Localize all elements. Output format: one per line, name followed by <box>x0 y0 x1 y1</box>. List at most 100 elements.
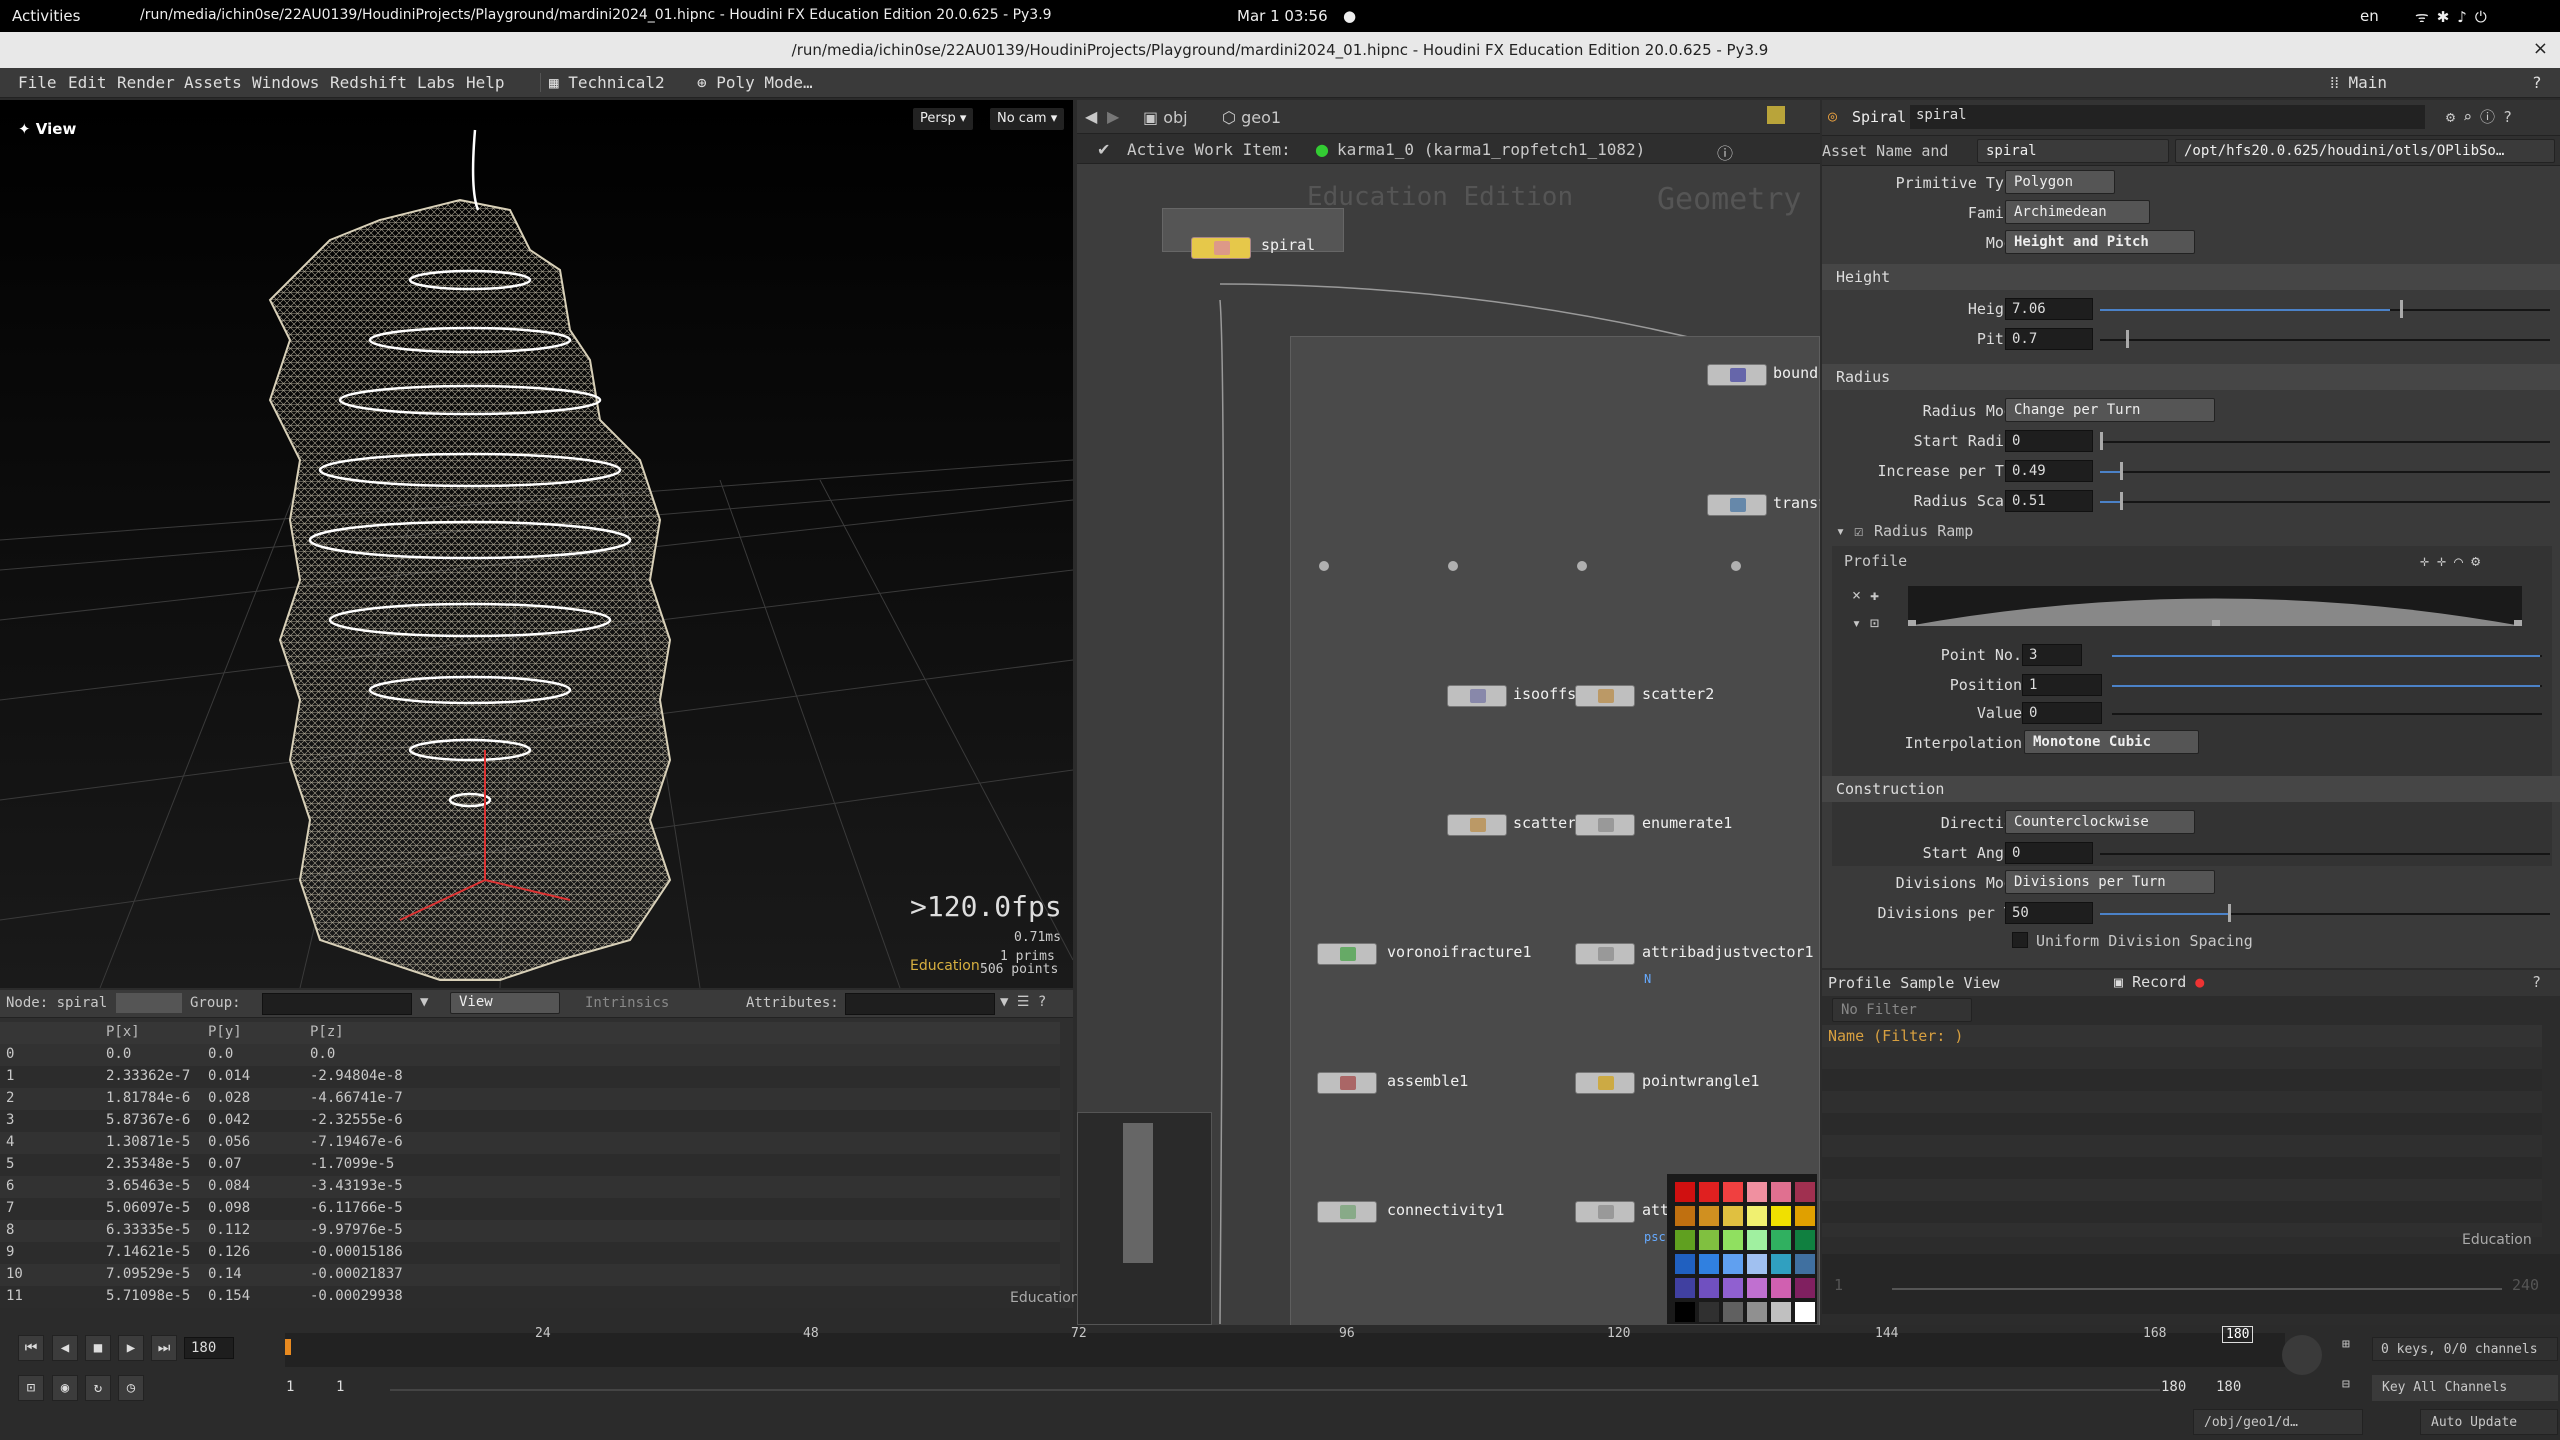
menu-file[interactable]: File <box>18 73 57 92</box>
color-swatch[interactable] <box>1795 1278 1815 1298</box>
key-icon[interactable]: ⊞ <box>2342 1337 2350 1352</box>
mode-selector[interactable]: ⊕ Poly Mode… <box>697 73 813 92</box>
group-field[interactable] <box>262 993 412 1015</box>
color-swatch[interactable] <box>1747 1206 1767 1226</box>
table-row[interactable]: 6 3.65463e-5 0.084 -3.43193e-5 <box>0 1176 1060 1198</box>
color-swatch[interactable] <box>1723 1206 1743 1226</box>
table-row[interactable]: 9 7.14621e-5 0.126 -0.00015186 <box>0 1242 1060 1264</box>
color-swatch[interactable] <box>1723 1302 1743 1322</box>
radius-scale-handle[interactable] <box>2120 492 2123 510</box>
start-angle-field[interactable]: 0 <box>2005 842 2093 864</box>
column-header[interactable]: P[x] <box>106 1024 140 1040</box>
path-geo[interactable]: ⬡ geo1 <box>1222 108 1281 127</box>
color-swatch[interactable] <box>1675 1230 1695 1250</box>
color-swatch[interactable] <box>1747 1278 1767 1298</box>
node-pointwrangle1[interactable] <box>1575 1072 1635 1094</box>
filter-menu[interactable]: No Filter <box>1832 998 1972 1022</box>
table-row[interactable]: 3 5.87367e-6 0.042 -2.32555e-6 <box>0 1110 1060 1132</box>
range-start-field-2[interactable]: 1 <box>330 1377 380 1399</box>
increase-slider[interactable] <box>2100 471 2550 473</box>
active-task-title[interactable]: /run/media/ichin0se/22AU0139/HoudiniProj… <box>140 7 1052 23</box>
color-swatch[interactable] <box>1771 1230 1791 1250</box>
color-swatch[interactable] <box>1795 1230 1815 1250</box>
color-swatch[interactable] <box>1699 1302 1719 1322</box>
ramp-curve[interactable] <box>1908 586 2522 626</box>
desktop-selector[interactable]: ▦ Technical2 <box>540 73 665 92</box>
height-slider-handle[interactable] <box>2400 300 2403 318</box>
help-icon[interactable]: ? <box>2532 73 2542 92</box>
color-swatch[interactable] <box>1747 1254 1767 1274</box>
menu-render[interactable]: Render <box>117 73 175 92</box>
color-swatch[interactable] <box>1747 1182 1767 1202</box>
increase-field[interactable]: 0.49 <box>2005 460 2093 482</box>
color-swatch[interactable] <box>1771 1254 1791 1274</box>
current-frame-field[interactable]: 180 <box>184 1337 234 1359</box>
timeline-track[interactable] <box>285 1333 2285 1367</box>
color-swatch[interactable] <box>1675 1182 1695 1202</box>
menu-help[interactable]: Help <box>466 73 505 92</box>
range-end-field[interactable]: 180 <box>2155 1377 2205 1399</box>
menu-edit[interactable]: Edit <box>68 73 107 92</box>
dot-node[interactable] <box>1319 561 1329 571</box>
range-slider[interactable] <box>1892 1288 2502 1290</box>
height-section[interactable]: Height <box>1822 264 2560 290</box>
filter-icon[interactable]: ▼ <box>420 994 428 1010</box>
network-minimap[interactable] <box>1077 1112 1212 1325</box>
value-slider[interactable] <box>2112 713 2542 715</box>
start-radius-field[interactable]: 0 <box>2005 430 2093 452</box>
start-radius-slider[interactable] <box>2100 441 2550 443</box>
profile-list[interactable] <box>1822 1047 2542 1237</box>
node-enumerate1[interactable] <box>1575 814 1635 836</box>
range-start-field[interactable]: 1 <box>280 1377 330 1399</box>
menu-redshift[interactable]: Redshift <box>330 73 407 92</box>
node-spiral[interactable] <box>1191 237 1251 259</box>
table-row[interactable]: 10 7.09529e-5 0.14 -0.00021837 <box>0 1264 1060 1286</box>
spiral-network-box[interactable] <box>1162 208 1344 252</box>
system-tray-icons[interactable]: ᯤ✱♪⏻ <box>2415 7 2495 27</box>
color-swatch[interactable] <box>1771 1182 1791 1202</box>
attributes-field[interactable] <box>845 993 995 1015</box>
name-column-header[interactable]: Name (Filter: ) <box>1822 1025 2542 1047</box>
range-slider[interactable] <box>390 1389 2160 1391</box>
collapse-icon[interactable]: ▾ ☑ <box>1836 522 1863 540</box>
color-swatch[interactable] <box>1675 1278 1695 1298</box>
color-swatch[interactable] <box>1699 1278 1719 1298</box>
loop-icon[interactable]: ↻ <box>85 1375 111 1401</box>
divisions-per-turn-field[interactable]: 50 <box>2005 902 2093 924</box>
network-editor[interactable]: ◀ ▶ ▣ obj ⬡ geo1 ✔ Active Work Item: ● k… <box>1077 100 1820 1325</box>
node-transform[interactable] <box>1707 494 1767 516</box>
node-isooffset[interactable] <box>1447 685 1507 707</box>
radius-scale-field[interactable]: 0.51 <box>2005 490 2093 512</box>
perspective-menu[interactable]: Persp ▾ <box>913 108 974 130</box>
mode-menu[interactable]: Height and Pitch <box>2005 230 2195 254</box>
attribute-filter-icon[interactable]: ▼ ☰ ? <box>1000 994 1046 1010</box>
color-swatch[interactable] <box>1699 1206 1719 1226</box>
clock-icon[interactable]: ◷ <box>118 1375 144 1401</box>
path-field[interactable]: /obj/geo1/d… <box>2193 1409 2363 1435</box>
menu-assets[interactable]: Assets <box>184 73 242 92</box>
view-menu[interactable]: View <box>450 992 560 1014</box>
node-scatter[interactable] <box>1447 814 1507 836</box>
start-radius-handle[interactable] <box>2100 432 2103 450</box>
scrub-dial[interactable] <box>2282 1335 2322 1375</box>
table-row[interactable]: 4 1.30871e-5 0.056 -7.19467e-6 <box>0 1132 1060 1154</box>
help-icon[interactable]: ? <box>2532 973 2541 991</box>
value-field[interactable]: 0 <box>2022 702 2102 724</box>
node-connectivity1[interactable] <box>1317 1201 1377 1223</box>
color-swatch[interactable] <box>1795 1206 1815 1226</box>
table-row[interactable]: 11 5.71098e-5 0.154 -0.00029938 <box>0 1286 1060 1308</box>
header-tool-icons[interactable]: ⚙⌕ⓘ? <box>2446 106 2520 127</box>
color-swatch[interactable] <box>1795 1254 1815 1274</box>
close-window-button[interactable]: × <box>2533 38 2548 59</box>
play-button[interactable]: ▶ <box>118 1335 144 1361</box>
dot-node[interactable] <box>1731 561 1741 571</box>
column-header[interactable]: P[z] <box>310 1024 344 1040</box>
component-icons[interactable] <box>116 993 182 1013</box>
divisions-mode-menu[interactable]: Divisions per Turn <box>2005 870 2215 894</box>
minimap-viewport[interactable] <box>1123 1123 1153 1263</box>
dot-node[interactable] <box>1577 561 1587 571</box>
uniform-spacing-checkbox[interactable] <box>2012 932 2028 948</box>
asset-path-menu[interactable]: /opt/hfs20.0.625/houdini/otls/OPlibSo… <box>2175 139 2555 163</box>
auto-update-menu[interactable]: Auto Update <box>2420 1409 2558 1435</box>
color-swatch[interactable] <box>1675 1206 1695 1226</box>
